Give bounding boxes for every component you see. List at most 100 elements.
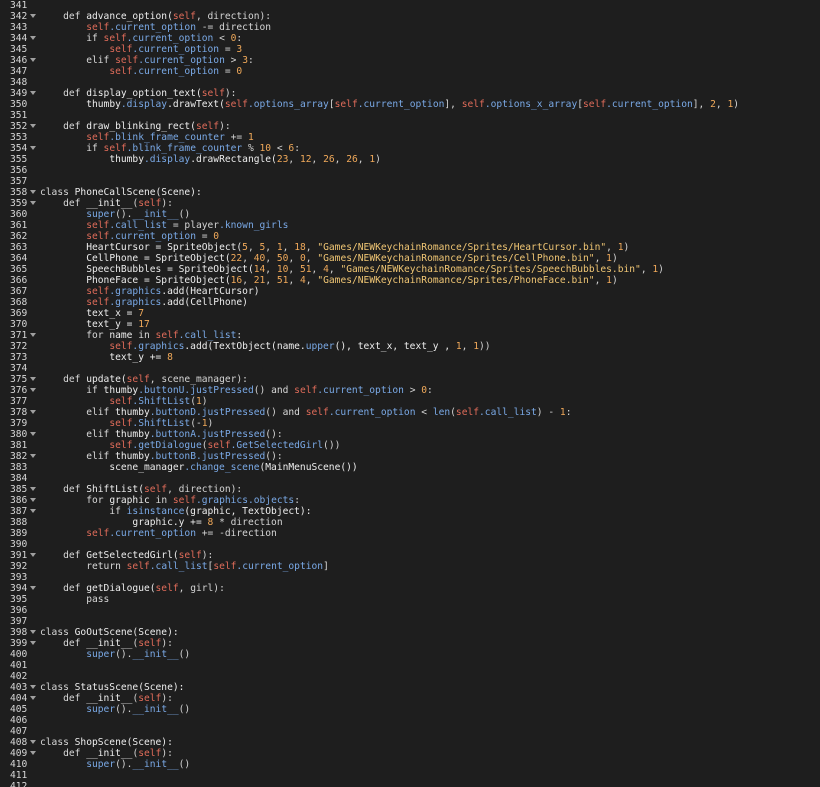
code-line[interactable]: 377 self.ShiftList(1) [0, 396, 820, 407]
code-line[interactable]: 349 def display_option_text(self): [0, 88, 820, 99]
code-line[interactable]: 361 self.call_list = player.known_girls [0, 220, 820, 231]
code-line[interactable]: 381 self.getDialogue(self.GetSelectedGir… [0, 440, 820, 451]
code-editor[interactable]: 341 342 def advance_option(self, directio… [0, 0, 820, 787]
fold-chevron-icon[interactable] [30, 146, 36, 150]
code-line[interactable]: 397 [0, 616, 820, 627]
fold-chevron-icon[interactable] [30, 410, 36, 414]
code-line[interactable]: 404 def __init__(self): [0, 693, 820, 704]
code-line[interactable]: 362 self.current_option = 0 [0, 231, 820, 242]
code-line[interactable]: 351 [0, 110, 820, 121]
code-line[interactable]: 387 if isinstance(graphic, TextObject): [0, 506, 820, 517]
code-line[interactable]: 393 [0, 572, 820, 583]
code-line[interactable]: 348 [0, 77, 820, 88]
code-line[interactable]: 412 [0, 781, 820, 787]
fold-chevron-icon[interactable] [30, 630, 36, 634]
code-line[interactable]: 386 for graphic in self.graphics.objects… [0, 495, 820, 506]
fold-chevron-icon[interactable] [30, 641, 36, 645]
fold-chevron-icon[interactable] [30, 201, 36, 205]
code-line[interactable]: 342 def advance_option(self, direction): [0, 11, 820, 22]
code-line[interactable]: 352 def draw_blinking_rect(self): [0, 121, 820, 132]
fold-chevron-icon[interactable] [30, 333, 36, 337]
fold-chevron-icon[interactable] [30, 553, 36, 557]
code-line[interactable]: 390 [0, 539, 820, 550]
fold-chevron-icon[interactable] [30, 586, 36, 590]
code-line[interactable]: 363 HeartCursor = SpriteObject(5, 5, 1, … [0, 242, 820, 253]
code-line[interactable]: 364 CellPhone = SpriteObject(22, 40, 50,… [0, 253, 820, 264]
code-line[interactable]: 344 if self.current_option < 0: [0, 33, 820, 44]
code-line[interactable]: 402 [0, 671, 820, 682]
fold-chevron-icon[interactable] [30, 124, 36, 128]
code-line[interactable]: 374 [0, 363, 820, 374]
code-line[interactable]: 407 [0, 726, 820, 737]
fold-chevron-icon[interactable] [30, 377, 36, 381]
fold-chevron-icon[interactable] [30, 432, 36, 436]
code-line[interactable]: 368 self.graphics.add(CellPhone) [0, 297, 820, 308]
fold-chevron-icon[interactable] [30, 751, 36, 755]
code-line[interactable]: 379 self.ShiftList(-1) [0, 418, 820, 429]
fold-chevron-icon[interactable] [30, 190, 36, 194]
fold-chevron-icon[interactable] [30, 487, 36, 491]
code-line[interactable]: 396 [0, 605, 820, 616]
code-line[interactable]: 371 for name in self.call_list: [0, 330, 820, 341]
code-line[interactable]: 391 def GetSelectedGirl(self): [0, 550, 820, 561]
fold-chevron-icon[interactable] [30, 498, 36, 502]
code-line[interactable]: 366 PhoneFace = SpriteObject(16, 21, 51,… [0, 275, 820, 286]
code-line[interactable]: 370 text_y = 17 [0, 319, 820, 330]
code-line[interactable]: 360 super().__init__() [0, 209, 820, 220]
code-line[interactable]: 347 self.current_option = 0 [0, 66, 820, 77]
code-line[interactable]: 356 [0, 165, 820, 176]
code-line[interactable]: 376 if thumby.buttonU.justPressed() and … [0, 385, 820, 396]
code-line[interactable]: 354 if self.blink_frame_counter % 10 < 6… [0, 143, 820, 154]
line-number: 399 [10, 638, 28, 649]
code-line[interactable]: 345 self.current_option = 3 [0, 44, 820, 55]
fold-chevron-icon[interactable] [30, 58, 36, 62]
code-line[interactable]: 389 self.current_option += -direction [0, 528, 820, 539]
code-line[interactable]: 398 class GoOutScene(Scene): [0, 627, 820, 638]
code-line[interactable]: 358 class PhoneCallScene(Scene): [0, 187, 820, 198]
code-line[interactable]: 388 graphic.y += 8 * direction [0, 517, 820, 528]
fold-chevron-icon[interactable] [30, 685, 36, 689]
code-line[interactable]: 410 super().__init__() [0, 759, 820, 770]
code-line[interactable]: 367 self.graphics.add(HeartCursor) [0, 286, 820, 297]
code-line[interactable]: 373 text_y += 8 [0, 352, 820, 363]
fold-chevron-icon[interactable] [30, 454, 36, 458]
code-line[interactable]: 365 SpeechBubbles = SpriteObject(14, 10,… [0, 264, 820, 275]
code-line[interactable]: 394 def getDialogue(self, girl): [0, 583, 820, 594]
fold-chevron-icon[interactable] [30, 509, 36, 513]
fold-chevron-icon[interactable] [30, 696, 36, 700]
code-line[interactable]: 405 super().__init__() [0, 704, 820, 715]
fold-chevron-icon[interactable] [30, 740, 36, 744]
code-line[interactable]: 383 scene_manager.change_scene(MainMenuS… [0, 462, 820, 473]
fold-chevron-icon[interactable] [30, 388, 36, 392]
code-line[interactable]: 399 def __init__(self): [0, 638, 820, 649]
code-line[interactable]: 375 def update(self, scene_manager): [0, 374, 820, 385]
code-line[interactable]: 411 [0, 770, 820, 781]
code-line[interactable]: 408 class ShopScene(Scene): [0, 737, 820, 748]
code-line[interactable]: 400 super().__init__() [0, 649, 820, 660]
code-line[interactable]: 406 [0, 715, 820, 726]
code-line[interactable]: 392 return self.call_list[self.current_o… [0, 561, 820, 572]
code-line[interactable]: 378 elif thumby.buttonD.justPressed() an… [0, 407, 820, 418]
code-line[interactable]: 355 thumby.display.drawRectangle(23, 12,… [0, 154, 820, 165]
fold-chevron-icon[interactable] [30, 36, 36, 40]
code-line[interactable]: 382 elif thumby.buttonB.justPressed(): [0, 451, 820, 462]
code-line[interactable]: 401 [0, 660, 820, 671]
code-line[interactable]: 350 thumby.display.drawText(self.options… [0, 99, 820, 110]
fold-chevron-icon[interactable] [30, 14, 36, 18]
code-line[interactable]: 346 elif self.current_option > 3: [0, 55, 820, 66]
code-line[interactable]: 359 def __init__(self): [0, 198, 820, 209]
code-line[interactable]: 385 def ShiftList(self, direction): [0, 484, 820, 495]
code-line[interactable]: 395 pass [0, 594, 820, 605]
code-line[interactable]: 343 self.current_option -= direction [0, 22, 820, 33]
fold-chevron-icon[interactable] [30, 91, 36, 95]
code-line[interactable]: 353 self.blink_frame_counter += 1 [0, 132, 820, 143]
code-line[interactable]: 369 text_x = 7 [0, 308, 820, 319]
code-line[interactable]: 409 def __init__(self): [0, 748, 820, 759]
code-line[interactable]: 357 [0, 176, 820, 187]
code-line[interactable]: 403 class StatusScene(Scene): [0, 682, 820, 693]
code-line[interactable]: 372 self.graphics.add(TextObject(name.up… [0, 341, 820, 352]
code-line[interactable]: 341 [0, 0, 820, 11]
code-line[interactable]: 384 [0, 473, 820, 484]
code-line[interactable]: 380 elif thumby.buttonA.justPressed(): [0, 429, 820, 440]
code-token: .drawRectangle( [190, 154, 277, 165]
